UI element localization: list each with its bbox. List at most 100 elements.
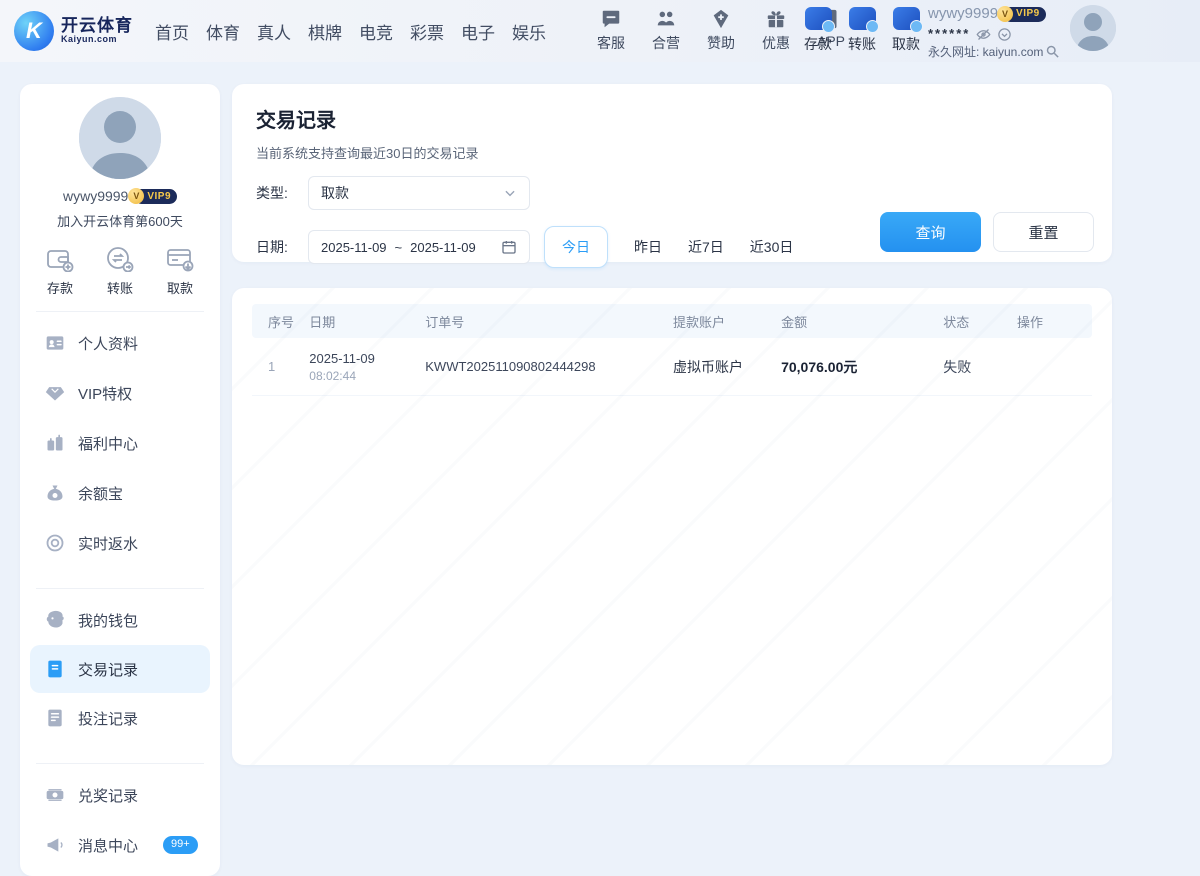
col-header-order-no: 订单号 — [425, 312, 673, 331]
profile-block: wywy9999 V VIP9 加入开云体育第600天 存款 — [20, 84, 220, 297]
rebate-icon — [45, 533, 65, 553]
brand-name: 开云体育 — [61, 17, 133, 36]
date-label: 日期: — [256, 237, 308, 257]
range-30days-button[interactable]: 近30日 — [750, 237, 794, 257]
vip-badge: V VIP9 — [1003, 7, 1046, 22]
gem-icon — [45, 383, 65, 403]
sidebar-item-wallet[interactable]: 我的钱包 — [20, 595, 220, 645]
promotions-link[interactable]: 优惠 — [755, 8, 797, 53]
nav-live[interactable]: 真人 — [257, 19, 291, 44]
bet-record-icon — [45, 708, 65, 728]
sidebar-item-vip[interactable]: VIP特权 — [20, 368, 220, 418]
col-header-status: 状态 — [943, 312, 1017, 331]
range-7days-button[interactable]: 近7日 — [688, 237, 724, 257]
date-range-input[interactable]: 2025-11-09 ~ 2025-11-09 — [308, 230, 530, 264]
quick-deposit-button[interactable]: 存款 — [46, 246, 74, 297]
sidebar-item-prize-records[interactable]: 兑奖记录 — [20, 770, 220, 820]
sidebar-avatar — [79, 97, 161, 179]
withdraw-link[interactable]: 取款 — [890, 7, 922, 54]
nav-slots[interactable]: 电子 — [461, 19, 495, 44]
brand-logo-icon: K — [14, 11, 54, 51]
sponsor-link[interactable]: 赞助 — [700, 8, 742, 53]
masked-balance: ****** — [928, 25, 970, 43]
sidebar-item-transactions[interactable]: 交易记录 — [30, 645, 210, 693]
row-status: 失败 — [943, 357, 1017, 377]
quick-range-group: 今日 昨日 近7日 近30日 — [544, 226, 793, 268]
top-nav: K 开云体育 Kaiyun.com 首页 体育 真人 棋牌 电竞 彩票 电子 娱… — [0, 0, 1200, 62]
row-date: 2025-11-09 — [309, 351, 425, 366]
join-days-text: 加入开云体育第600天 — [57, 211, 183, 230]
sidebar-vip-level-label: VIP9 — [147, 191, 171, 202]
nav-entertainment[interactable]: 娱乐 — [512, 19, 546, 44]
sidebar-item-label: 我的钱包 — [78, 610, 138, 631]
partners-label: 合营 — [652, 33, 680, 53]
expand-circle-icon[interactable] — [997, 27, 1012, 42]
benefits-icon — [45, 433, 65, 453]
transfer-link[interactable]: 转账 — [846, 7, 878, 54]
sidebar-item-messages[interactable]: 消息中心 99+ — [20, 820, 220, 870]
chat-icon — [600, 8, 622, 30]
transaction-records-page: K 开云体育 Kaiyun.com 首页 体育 真人 棋牌 电竞 彩票 电子 娱… — [0, 0, 1200, 876]
type-label: 类型: — [256, 183, 308, 203]
sidebar-menu-group-3: 兑奖记录 消息中心 99+ — [20, 764, 220, 876]
prize-icon — [45, 785, 65, 805]
range-yesterday-button[interactable]: 昨日 — [634, 237, 662, 257]
brand-domain: Kaiyun.com — [61, 35, 133, 45]
reset-button[interactable]: 重置 — [993, 212, 1094, 252]
sidebar-username: wywy9999 — [63, 188, 128, 204]
search-button[interactable]: 查询 — [880, 212, 981, 252]
quick-withdraw-button[interactable]: 取款 — [166, 246, 194, 297]
deposit-label: 存款 — [804, 34, 832, 54]
table-row: 1 2025-11-09 08:02:44 KWWT20251109080244… — [252, 338, 1092, 396]
col-header-account: 提款账户 — [673, 312, 781, 331]
permanent-url-label: 永久网址: kaiyun.com — [928, 44, 1043, 60]
vip-level-label: VIP9 — [1016, 7, 1040, 21]
nav-home[interactable]: 首页 — [155, 19, 189, 44]
sidebar-item-label: 个人资料 — [78, 333, 138, 354]
sidebar-item-label: 福利中心 — [78, 433, 138, 454]
brand-logo[interactable]: K 开云体育 Kaiyun.com — [14, 11, 133, 51]
quick-actions: 存款 转账 取款 — [20, 246, 220, 297]
transfer-icon — [106, 246, 134, 272]
type-select-value: 取款 — [321, 183, 349, 203]
nav-esports[interactable]: 电竞 — [359, 19, 393, 44]
type-filter-row: 类型: 取款 — [256, 176, 1088, 210]
sidebar-item-profile[interactable]: 个人资料 — [20, 318, 220, 368]
customer-service-label: 客服 — [597, 33, 625, 53]
vip-emblem-icon: V — [997, 6, 1013, 22]
customer-service-link[interactable]: 客服 — [590, 8, 632, 53]
type-select[interactable]: 取款 — [308, 176, 530, 210]
nav-sports[interactable]: 体育 — [206, 19, 240, 44]
sidebar-item-benefits[interactable]: 福利中心 — [20, 418, 220, 468]
quick-withdraw-label: 取款 — [167, 278, 193, 297]
quick-transfer-button[interactable]: 转账 — [106, 246, 134, 297]
page-title: 交易记录 — [256, 104, 1088, 133]
avatar-image — [1070, 5, 1116, 51]
date-separator: ~ — [395, 240, 403, 255]
id-card-icon — [45, 333, 65, 353]
withdraw-label: 取款 — [892, 34, 920, 54]
sidebar: wywy9999 V VIP9 加入开云体育第600天 存款 — [20, 84, 220, 876]
eye-off-icon[interactable] — [976, 27, 991, 42]
sponsor-label: 赞助 — [707, 33, 735, 53]
row-time: 08:02:44 — [309, 369, 425, 383]
nav-board-games[interactable]: 棋牌 — [308, 19, 342, 44]
range-today-button[interactable]: 今日 — [544, 226, 608, 268]
megaphone-icon — [45, 835, 65, 855]
magnifier-icon[interactable] — [1045, 44, 1060, 59]
transfer-card-icon — [849, 7, 876, 30]
money-pouch-icon — [45, 483, 65, 503]
sidebar-item-yuebao[interactable]: 余额宝 — [20, 468, 220, 518]
promotions-label: 优惠 — [762, 33, 790, 53]
sidebar-item-bet-records[interactable]: 投注记录 — [20, 693, 220, 743]
nav-lottery[interactable]: 彩票 — [410, 19, 444, 44]
partners-link[interactable]: 合营 — [645, 8, 687, 53]
user-block: wywy9999 V VIP9 ****** 永久网址: kaiyun.com — [928, 4, 1066, 60]
user-avatar[interactable] — [1070, 5, 1116, 51]
sidebar-item-rebate[interactable]: 实时返水 — [20, 518, 220, 568]
main-menu: 首页 体育 真人 棋牌 电竞 彩票 电子 娱乐 — [155, 19, 546, 44]
records-table-card: 序号 日期 订单号 提款账户 金额 状态 操作 1 2025-11-09 08:… — [232, 288, 1112, 765]
row-order-no: KWWT202511090802444298 — [425, 359, 673, 374]
page-subtitle: 当前系统支持查询最近30日的交易记录 — [256, 143, 1088, 162]
deposit-link[interactable]: 存款 — [802, 7, 834, 54]
